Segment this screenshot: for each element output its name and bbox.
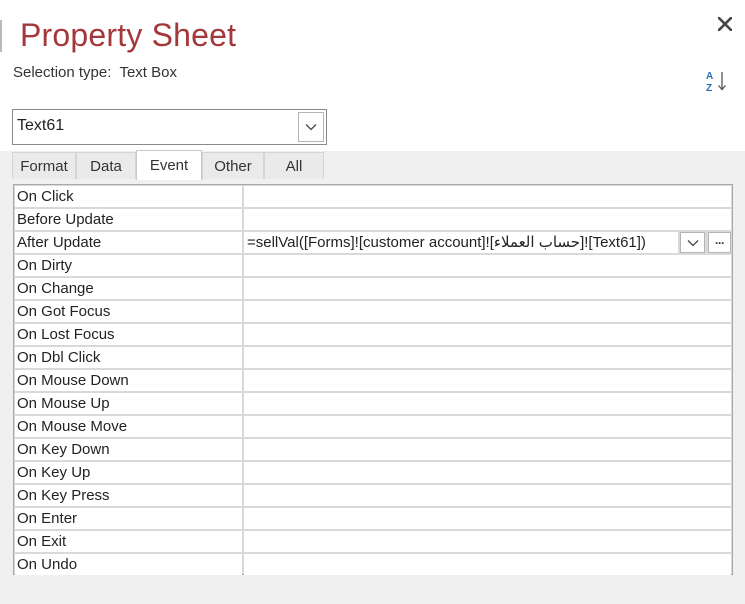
property-row-after-update: After Update =sellVal([Forms]![customer … [14, 231, 732, 254]
property-label: On Key Down [15, 439, 242, 460]
after-update-builder-button[interactable]: ··· [708, 232, 731, 253]
property-label: On Got Focus [15, 301, 242, 322]
tab-format-label: Format [20, 157, 68, 175]
tab-event[interactable]: Event [136, 150, 202, 180]
selection-type-label: Selection type: Text Box [13, 64, 177, 81]
after-update-expression-field[interactable]: =sellVal([Forms]![customer account]![حسا… [244, 232, 678, 253]
property-value-field[interactable] [244, 554, 731, 575]
tab-all-label: All [285, 157, 303, 175]
close-button[interactable] [713, 12, 737, 36]
property-row-on-mouse-move: On Mouse Move [14, 415, 732, 438]
property-value-field[interactable] [244, 485, 731, 506]
property-value-field[interactable] [244, 278, 731, 299]
property-value-field[interactable] [244, 186, 731, 207]
property-label: On Dbl Click [15, 347, 242, 368]
tab-event-label: Event [149, 157, 189, 174]
property-value-field[interactable] [244, 508, 731, 529]
tab-other[interactable]: Other [202, 152, 264, 179]
property-label: On Key Up [15, 462, 242, 483]
property-label: On Lost Focus [15, 324, 242, 345]
svg-text:Z: Z [706, 83, 712, 94]
property-label: On Mouse Up [15, 393, 242, 414]
property-row-on-click: On Click [14, 185, 732, 208]
property-label: On Dirty [15, 255, 242, 276]
chevron-down-icon [687, 239, 698, 246]
property-value-field[interactable] [244, 209, 731, 230]
property-label: Before Update [15, 209, 242, 230]
property-row-on-lost-focus: On Lost Focus [14, 323, 732, 346]
property-label: On Enter [15, 508, 242, 529]
svg-text:A: A [706, 71, 713, 82]
property-value-field[interactable] [244, 416, 731, 437]
property-value-field[interactable] [244, 462, 731, 483]
property-label: On Mouse Move [15, 416, 242, 437]
property-value-field[interactable] [244, 393, 731, 414]
property-row-on-exit: On Exit [14, 530, 732, 553]
sort-button[interactable]: A Z [704, 68, 730, 94]
ellipsis-icon: ··· [715, 235, 725, 250]
property-label: After Update [15, 232, 242, 253]
close-icon [718, 17, 732, 31]
property-row-on-mouse-up: On Mouse Up [14, 392, 732, 415]
tab-format[interactable]: Format [12, 152, 76, 179]
after-update-dropdown-button[interactable] [680, 232, 705, 253]
object-selector-dropdown-button[interactable] [298, 112, 324, 142]
property-row-before-update: Before Update [14, 208, 732, 231]
property-value-field[interactable] [244, 324, 731, 345]
property-label: On Undo [15, 554, 242, 575]
property-label: On Exit [15, 531, 242, 552]
pane-title: Property Sheet [20, 17, 237, 53]
property-row-on-key-down: On Key Down [14, 438, 732, 461]
tab-all[interactable]: All [264, 152, 324, 179]
property-value-field[interactable] [244, 370, 731, 391]
property-row-on-change: On Change [14, 277, 732, 300]
tab-data[interactable]: Data [76, 152, 136, 179]
property-label: On Change [15, 278, 242, 299]
object-selector[interactable]: Text61 [12, 109, 327, 145]
sort-az-icon: A Z [706, 71, 726, 94]
property-label: On Click [15, 186, 242, 207]
property-value-field[interactable] [244, 301, 731, 322]
property-row-on-dbl-click: On Dbl Click [14, 346, 732, 369]
property-label: On Key Press [15, 485, 242, 506]
property-grid: On Click Before Update After Update =sel… [13, 184, 733, 575]
property-sheet-pane: Property Sheet Selection type: Text Box … [0, 0, 745, 604]
property-value-field[interactable] [244, 439, 731, 460]
property-value-field[interactable] [244, 531, 731, 552]
property-row-on-key-up: On Key Up [14, 461, 732, 484]
property-value-field[interactable] [244, 255, 731, 276]
property-row-on-undo: On Undo [14, 553, 732, 576]
object-selector-value: Text61 [17, 117, 65, 134]
tab-other-label: Other [214, 157, 252, 175]
property-row-on-dirty: On Dirty [14, 254, 732, 277]
chevron-down-icon [305, 124, 317, 131]
property-row-on-mouse-down: On Mouse Down [14, 369, 732, 392]
property-row-on-got-focus: On Got Focus [14, 300, 732, 323]
pane-divider [0, 20, 2, 52]
property-row-on-enter: On Enter [14, 507, 732, 530]
property-label: On Mouse Down [15, 370, 242, 391]
property-value-field[interactable] [244, 347, 731, 368]
tab-data-label: Data [90, 157, 122, 175]
property-row-on-key-press: On Key Press [14, 484, 732, 507]
